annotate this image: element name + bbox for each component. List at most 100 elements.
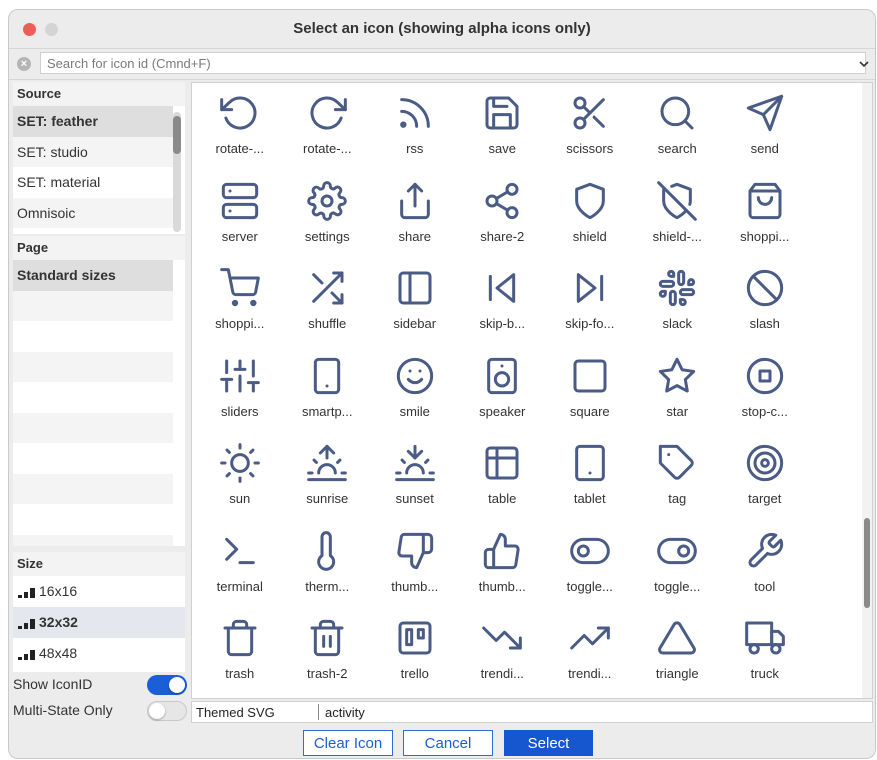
clear-icon-button[interactable]: Clear Icon [303,730,393,756]
page-list[interactable]: Standard sizes [13,260,173,546]
icon-grid: rotate-... rotate-... rss save scissors searc… [196,87,809,698]
page-empty-row [13,382,173,413]
icon-cell[interactable]: sun [196,437,284,525]
show-icon-id-label: Show IconID [13,676,93,692]
icon-label: tablet [573,491,606,506]
icon-cell[interactable]: sunset [371,437,459,525]
speaker-icon [487,357,518,394]
icon-cell[interactable]: shoppi... [721,175,809,263]
icon-label: smartp... [301,403,353,419]
icon-cell[interactable]: target [721,437,809,525]
trello-icon [398,621,432,655]
icon-label: square [569,403,610,419]
size-item-label: 48x48 [39,645,78,661]
shopping-cart-icon [219,268,260,307]
icon-cell[interactable]: save [459,87,547,175]
icon-cell[interactable]: rotate-... [196,87,284,175]
source-item[interactable]: SET: feather [13,106,173,137]
icon-label: server [221,228,258,244]
icon-cell[interactable]: shield-... [634,175,722,263]
chevron-down-icon[interactable] [857,57,871,71]
search-input[interactable] [40,52,866,74]
icon-cell[interactable]: tag [634,437,722,525]
icon-cell[interactable]: skip-b... [459,262,547,350]
icon-cell[interactable]: truck [721,612,809,698]
icon-cell[interactable]: skip-fo... [546,262,634,350]
source-item[interactable]: Omnisoic [13,197,173,228]
source-list[interactable]: SET: feather SET: studio SET: material Omni… [13,106,173,228]
size-item-label: 32x32 [39,614,78,630]
icon-cell[interactable]: toggle... [546,525,634,613]
icon-cell[interactable]: tool [721,525,809,613]
size-header: Size [13,552,185,576]
source-scrollbar[interactable] [173,112,181,232]
sidebar-icon [398,271,432,305]
icon-grid-scrollbar[interactable] [862,83,872,698]
icon-cell[interactable]: rss [371,87,459,175]
icon-cell[interactable]: sliders [196,350,284,438]
icon-cell[interactable]: sidebar [371,262,459,350]
cancel-button[interactable]: Cancel [403,730,493,756]
multi-state-only-toggle[interactable] [147,701,187,721]
icon-cell[interactable]: shield [546,175,634,263]
rotate-cw-icon [310,96,348,130]
source-panel: Source SET: feather SET: studio SET: mater… [13,82,185,234]
icon-cell[interactable]: shoppi... [196,262,284,350]
source-item[interactable]: SET: studio [13,136,173,167]
icon-cell[interactable]: server [196,175,284,263]
icon-cell[interactable]: trello [371,612,459,698]
icon-cell[interactable]: trendi... [459,612,547,698]
icon-label: target [748,491,782,506]
skip-forward-icon [576,273,603,303]
icon-cell[interactable]: slash [721,262,809,350]
source-scrollbar-thumb[interactable] [173,116,181,154]
icon-cell[interactable]: thumb... [459,525,547,613]
icon-label: skip-fo... [565,316,615,331]
select-button[interactable]: Select [504,730,593,756]
size-list[interactable]: 16x16 32x32 48x48 [13,576,185,669]
icon-cell[interactable]: sunrise [284,437,372,525]
show-icon-id-toggle[interactable] [147,675,187,695]
icon-cell[interactable]: trash-2 [284,612,372,698]
page-item[interactable]: Standard sizes [13,260,173,291]
icon-label: thumb... [478,578,526,594]
icon-cell[interactable]: trendi... [546,612,634,698]
icon-cell[interactable]: toggle... [634,525,722,613]
thumbs-up-icon [484,532,520,569]
icon-cell[interactable]: speaker [459,350,547,438]
icon-cell[interactable]: stop-c... [721,350,809,438]
page-empty-row [13,412,173,443]
icon-cell[interactable]: terminal [196,525,284,613]
size-item[interactable]: 48x48 [13,638,185,669]
icon-cell[interactable]: share-2 [459,175,547,263]
icon-label: settings [304,228,350,244]
page-empty-row [13,443,173,474]
icon-cell[interactable]: share [371,175,459,263]
icon-cell[interactable]: shuffle [284,262,372,350]
icon-cell[interactable]: search [634,87,722,175]
size-item[interactable]: 16x16 [13,576,185,607]
icon-cell[interactable]: send [721,87,809,175]
icon-cell[interactable]: thumb... [371,525,459,613]
icon-cell[interactable]: trash [196,612,284,698]
icon-cell[interactable]: square [546,350,634,438]
scissors-icon [573,96,605,130]
icon-cell[interactable]: slack [634,262,722,350]
icon-cell[interactable]: settings [284,175,372,263]
icon-grid-scrollbar-thumb[interactable] [864,518,870,608]
icon-cell[interactable]: rotate-... [284,87,372,175]
icon-cell[interactable]: triangle [634,612,722,698]
clear-search-icon[interactable]: × [17,57,31,71]
size-item[interactable]: 32x32 [13,607,185,638]
icon-cell[interactable]: table [459,437,547,525]
source-item[interactable]: SET: material [13,167,173,198]
icon-cell[interactable]: smartp... [284,350,372,438]
size-panel: Size 16x16 32x32 48x48 [13,552,185,672]
icon-cell[interactable]: tablet [546,437,634,525]
icon-cell[interactable]: star [634,350,722,438]
icon-cell[interactable]: scissors [546,87,634,175]
tag-icon [659,444,695,480]
icon-cell[interactable]: smile [371,350,459,438]
icon-cell[interactable]: therm... [284,525,372,613]
server-icon [221,182,258,219]
